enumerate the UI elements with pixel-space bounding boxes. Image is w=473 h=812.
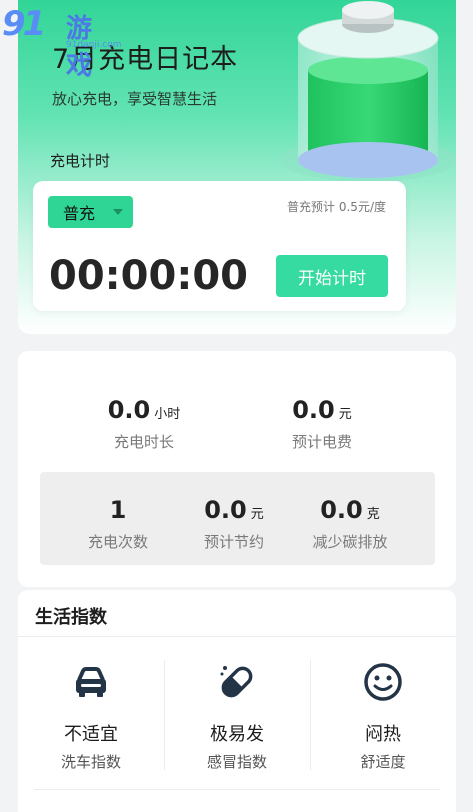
life-item-comfort[interactable]: 闷热 舒适度: [310, 660, 456, 772]
stat-duration: 0.0 小时 充电时长: [74, 396, 214, 452]
stat-label: 充电时长: [113, 433, 174, 451]
smiley-icon: [310, 660, 456, 704]
stat-unit: 克: [366, 507, 380, 522]
stat-unit: 小时: [154, 407, 181, 422]
timer-display: 00:00:00: [49, 253, 248, 299]
divider: [34, 789, 440, 790]
life-item-cold[interactable]: 极易发 感冒指数: [164, 660, 310, 772]
pill-icon: [164, 660, 310, 704]
stat-value: 0.0: [204, 496, 247, 524]
life-item-label: 舒适度: [360, 753, 406, 771]
stat-value: 0.0: [292, 396, 335, 424]
timer-card: 普充 普充预计 0.5元/度 00:00:00 开始计时: [33, 181, 406, 311]
stat-label: 减少碳排放: [312, 533, 388, 551]
stat-value: 1: [109, 496, 127, 524]
start-timer-button[interactable]: 开始计时: [276, 255, 388, 297]
life-item-value: 不适宜: [64, 724, 118, 745]
rate-text: 普充预计 0.5元/度: [287, 200, 386, 214]
divider: [18, 636, 456, 637]
life-index-title: 生活指数: [35, 607, 107, 628]
stats-card: 0.0 小时 充电时长 0.0 元 预计电费 1 充电次数 0.0 元 预计节约 0.…: [18, 351, 456, 587]
life-item-car-wash[interactable]: 不适宜 洗车指数: [18, 660, 164, 772]
stat-carbon: 0.0 克 减少碳排放: [280, 496, 420, 552]
page-subtitle: 放心充电，享受智慧生活: [52, 90, 218, 108]
stat-value: 0.0: [107, 396, 151, 424]
stat-cost: 0.0 元 预计电费: [252, 396, 392, 452]
life-item-label: 洗车指数: [60, 753, 121, 771]
charge-mode-value: 普充: [63, 204, 96, 223]
stat-unit: 元: [338, 407, 352, 422]
logo-url: 91danji.com: [66, 40, 122, 50]
life-item-value: 极易发: [210, 724, 264, 745]
life-item-label: 感冒指数: [206, 753, 267, 771]
life-item-value: 闷热: [365, 724, 401, 745]
stat-value: 0.0: [320, 496, 363, 524]
charge-mode-select[interactable]: 普充: [48, 196, 133, 228]
chevron-down-icon: [113, 209, 123, 215]
car-icon: [18, 660, 164, 704]
stat-label: 预计电费: [291, 433, 352, 451]
stats-summary-panel: 1 充电次数 0.0 元 预计节约 0.0 克 减少碳排放: [40, 472, 435, 565]
charging-timer-label: 充电计时: [50, 152, 111, 170]
battery-illustration: [280, 1, 456, 182]
life-index-card: 生活指数 不适宜 洗车指数 极易发 感冒指数 闷热 舒适度: [18, 590, 456, 812]
stat-unit: 元: [250, 507, 264, 522]
logo-number: 91: [2, 4, 46, 44]
